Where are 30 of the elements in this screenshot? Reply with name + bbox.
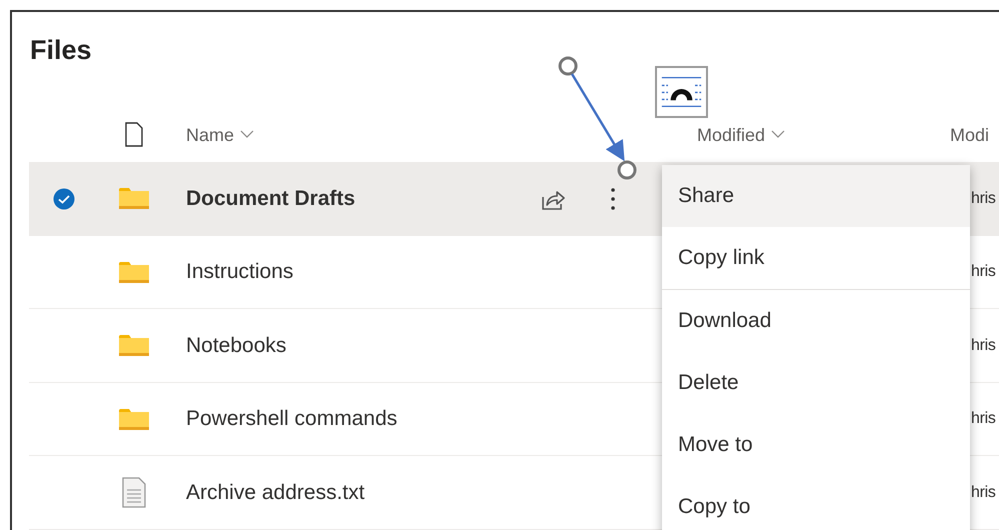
table-cell: hris [971,190,996,207]
arch-icon [655,66,708,118]
menu-item[interactable]: Download [662,290,970,352]
column-header[interactable]: Modified [697,126,786,144]
table-cell: hris [971,410,996,428]
file-name[interactable]: Notebooks [186,334,286,357]
folder-icon [119,334,149,358]
check-circle-icon [53,188,75,210]
column-header[interactable]: Modi [950,126,990,144]
menu-item[interactable]: Copy link [662,227,970,289]
file-name[interactable]: Archive address.txt [186,480,365,504]
page-title: Files [29,34,93,66]
text-file-icon [122,477,146,508]
menu-item[interactable]: Share [662,165,970,227]
file-name[interactable]: Powershell commands [186,407,398,430]
table-cell: hris [971,263,996,280]
menu-item[interactable]: Delete [662,352,970,414]
folder-icon [119,260,149,284]
more-options-button[interactable] [610,186,616,211]
folder-icon [119,408,149,431]
menu-item[interactable]: Copy to [662,476,970,530]
table-cell: hris [971,336,996,354]
table-cell: hris [971,484,996,501]
folder-icon [119,187,149,210]
file-name[interactable]: Document Drafts [186,186,356,210]
file-name[interactable]: Instructions [186,260,294,284]
more-icon [610,186,616,211]
menu-item[interactable]: Move to [662,414,970,476]
column-header[interactable]: Name [186,126,254,144]
file-icon [124,122,144,148]
